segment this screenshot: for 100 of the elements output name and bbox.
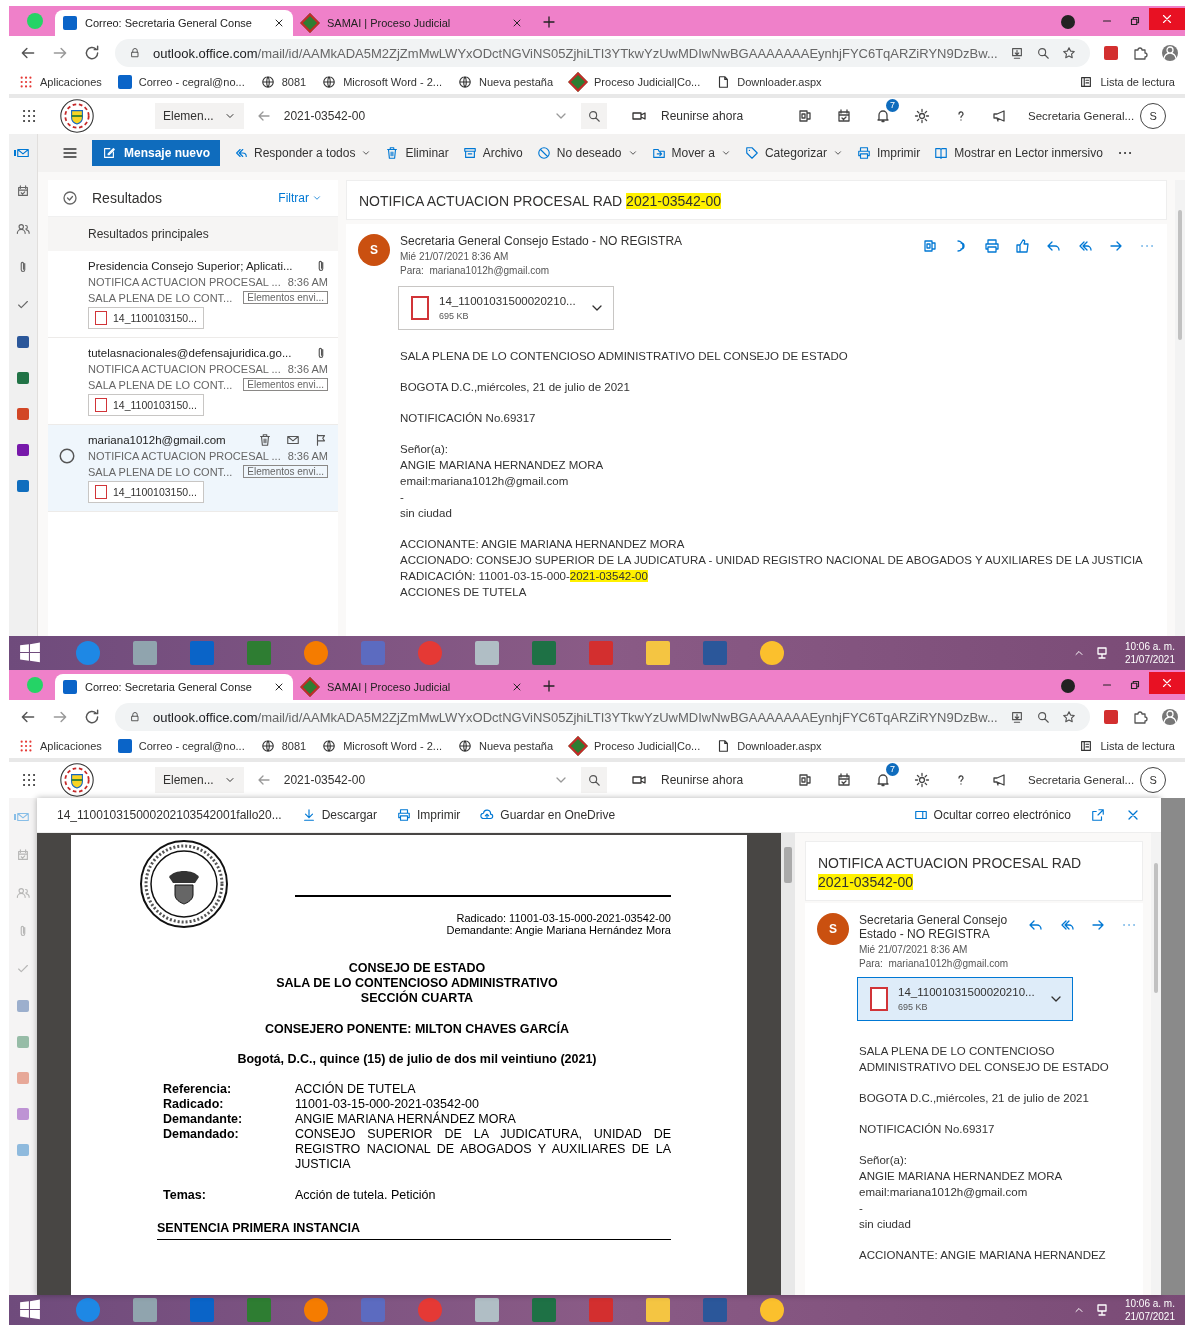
hide-mail-button[interactable]: Ocultar correo electrónico — [913, 808, 1071, 822]
app-launcher-icon[interactable] — [21, 772, 37, 788]
bell-icon[interactable] — [875, 108, 891, 124]
bookmark[interactable]: Proceso Judicial|Co... — [569, 739, 701, 753]
zoom-icon[interactable] — [1035, 710, 1050, 724]
close-icon[interactable] — [273, 681, 285, 693]
envelope-icon[interactable] — [16, 146, 30, 160]
bookmark[interactable]: Nueva pestaña — [458, 75, 553, 89]
search-button[interactable] — [581, 767, 607, 793]
megaphone-icon[interactable] — [992, 108, 1008, 124]
toolbar-button[interactable]: Eliminar — [385, 146, 449, 160]
pop-out-icon[interactable] — [1091, 808, 1105, 822]
viewer-button[interactable]: Guardar en OneDrive — [480, 808, 616, 822]
clock[interactable]: 10:06 a. m. 21/07/2021 — [1124, 1297, 1175, 1323]
app-tile-icon[interactable] — [17, 1036, 29, 1048]
calendar-check-icon[interactable] — [836, 772, 852, 788]
start-icon[interactable] — [19, 1299, 41, 1321]
select-circle-icon[interactable] — [58, 447, 76, 465]
reload-icon[interactable] — [83, 708, 101, 726]
message-item[interactable]: mariana1012h@gmail.com NOTIFICA ACTUACION PROCESAL ... 8:36 AM SALA PLENA DE LO CONT... Elementos envi... 14_1100103150... — [48, 425, 338, 512]
browser-tab[interactable]: Correo: Secretaria General Conse — [55, 10, 293, 36]
calendar-check-icon[interactable] — [836, 108, 852, 124]
attachment-card[interactable]: 14_11001031500020210... 695 KB — [857, 977, 1073, 1021]
close-icon[interactable] — [273, 17, 285, 29]
address-bar[interactable]: outlook.office.com/mail/id/AAMkADA5M2ZjZmMwLWYxODctNGViNS05ZjhiLTI3YTkwYzUwMDIwNwBGAAAAAAAEynhjFYC6TqARZiRYN9DzBw... — [115, 39, 1090, 67]
flag-icon[interactable] — [314, 433, 328, 447]
person-icon[interactable] — [1161, 45, 1178, 61]
menu-icon[interactable] — [62, 145, 78, 161]
office-icon[interactable] — [797, 772, 813, 788]
megaphone-icon[interactable] — [992, 772, 1008, 788]
new-message-button[interactable]: Mensaje nuevo — [92, 140, 221, 166]
settings-icon[interactable] — [914, 108, 930, 124]
office-icon[interactable] — [797, 108, 813, 124]
reading-list-button[interactable]: Lista de lectura — [1079, 739, 1175, 753]
calendar-check-icon[interactable] — [16, 184, 30, 198]
bookmark[interactable]: Microsoft Word - 2... — [322, 739, 442, 753]
scrollbar-thumb[interactable] — [1178, 210, 1182, 340]
app-tile-icon[interactable] — [17, 372, 29, 384]
message-item[interactable]: tutelasnacionales@defensajuridica.go... NOTIFICA ACTUACION PROCESAL ... 8:36 AM SALA PLENA DE LO CONT... Elementos envi... 14_1100103150... — [48, 338, 338, 425]
filter-link[interactable]: Filtrar — [278, 191, 322, 205]
app-tile-icon[interactable] — [17, 336, 29, 348]
settings-icon[interactable] — [914, 772, 930, 788]
puzzle-icon[interactable] — [1131, 45, 1148, 61]
app-tile-icon[interactable] — [17, 1072, 29, 1084]
toolbar-button[interactable]: No deseado — [536, 146, 638, 160]
person-icon[interactable] — [1161, 709, 1178, 725]
meet-now-button[interactable]: Reunirse ahora — [631, 108, 771, 124]
scrollbar[interactable] — [781, 833, 795, 1295]
app-tile-icon[interactable] — [17, 480, 29, 492]
close-icon[interactable] — [511, 681, 523, 693]
viewer-button[interactable]: Descargar — [301, 808, 378, 822]
search-field[interactable]: 2021-03542-00 — [283, 109, 541, 123]
people-icon[interactable] — [16, 222, 30, 236]
bookmark[interactable]: Downloader.aspx — [716, 75, 822, 89]
bookmark[interactable]: Proceso Judicial|Co... — [569, 75, 701, 89]
scrollbar[interactable] — [1151, 833, 1161, 1295]
attachment-card[interactable]: 14_11001031500020210... 695 KB — [398, 286, 614, 330]
clock[interactable]: 10:06 a. m. 21/07/2021 — [1124, 640, 1175, 666]
toolbar-button[interactable]: Mover a — [651, 146, 731, 160]
browser-tab[interactable]: Correo: Secretaria General Conse — [55, 674, 293, 700]
bookmark[interactable]: Correo - cegral@no... — [117, 75, 245, 89]
profile-icon[interactable] — [1061, 15, 1075, 29]
start-icon[interactable] — [19, 642, 41, 664]
bell-icon[interactable] — [875, 772, 891, 788]
close-icon[interactable] — [511, 17, 523, 29]
calendar-check-icon[interactable] — [16, 848, 30, 862]
browser-tab[interactable]: SAMAI | Proceso Judicial — [293, 674, 531, 700]
app-tile-icon[interactable] — [17, 1108, 29, 1120]
plus-icon[interactable] — [541, 678, 557, 694]
profile-icon[interactable] — [1061, 679, 1075, 693]
trash-icon[interactable] — [258, 433, 272, 447]
app-tile-icon[interactable] — [17, 1144, 29, 1156]
attachment-chip[interactable]: 14_1100103150... — [88, 307, 204, 329]
scrollbar-thumb[interactable] — [1154, 863, 1158, 993]
message-item[interactable]: Presidencia Consejo Superior; Aplicati... NOTIFICA ACTUACION PROCESAL ... 8:36 AM SALA PLENA DE LO CONT... Elementos envi... 14_1100103150... — [48, 251, 338, 338]
toolbar-button[interactable]: Archivo — [462, 146, 523, 160]
bookmark[interactable]: 8081 — [260, 739, 307, 753]
thumbs-up-icon[interactable] — [1015, 238, 1031, 254]
search-scope-dropdown[interactable]: Elemen... — [155, 103, 244, 129]
star-icon[interactable] — [1061, 710, 1076, 724]
star-icon[interactable] — [1061, 46, 1076, 60]
search-scope-dropdown[interactable]: Elemen... — [155, 767, 244, 793]
app-launcher-icon[interactable] — [21, 108, 37, 124]
browser-tab[interactable]: SAMAI | Proceso Judicial — [293, 10, 531, 36]
toolbar-button[interactable]: Responder a todos — [234, 146, 372, 160]
toolbar-button[interactable]: Categorizar — [744, 146, 843, 160]
printer-icon[interactable] — [984, 238, 1000, 254]
reload-icon[interactable] — [83, 44, 101, 62]
app-tile-icon[interactable] — [17, 408, 29, 420]
meet-now-button[interactable]: Reunirse ahora — [631, 772, 771, 788]
app-tile-icon[interactable] — [17, 444, 29, 456]
toolbar-button[interactable]: Imprimir — [856, 146, 921, 160]
plus-icon[interactable] — [541, 14, 557, 30]
search-button[interactable] — [581, 103, 607, 129]
zoom-icon[interactable] — [1035, 46, 1050, 60]
bookmark[interactable]: Aplicaciones — [19, 75, 102, 89]
bookmark[interactable]: Downloader.aspx — [716, 739, 822, 753]
toolbar-button[interactable]: Mostrar en Lector inmersivo — [934, 146, 1103, 160]
attachment-chip[interactable]: 14_1100103150... — [88, 481, 204, 503]
address-bar[interactable]: outlook.office.com/mail/id/AAMkADA5M2ZjZmMwLWYxODctNGViNS05ZjhiLTI3YTkwYzUwMDIwNwBGAAAAAAAEynhjFYC6TqARZiRYN9DzBw... — [115, 703, 1090, 731]
